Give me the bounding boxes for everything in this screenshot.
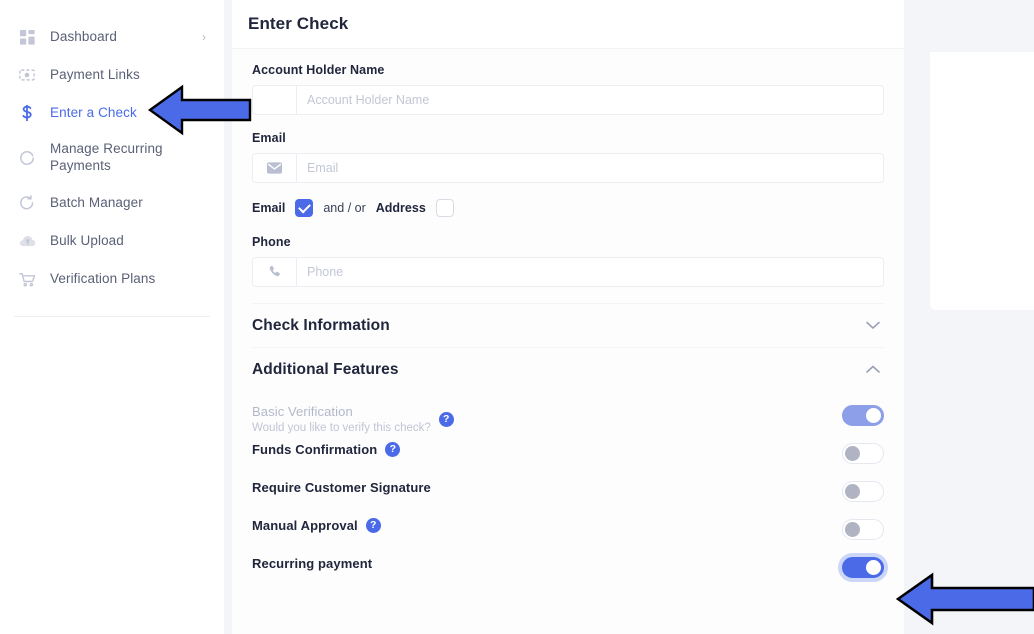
- contact-choice-conjunction: and / or: [323, 201, 366, 215]
- feature-row-require-customer-signature: Require Customer Signature: [252, 475, 884, 513]
- basic-verification-toggle[interactable]: [842, 405, 884, 426]
- envelope-icon: [253, 154, 297, 182]
- feature-row-funds-confirmation: Funds Confirmation ?: [252, 437, 884, 475]
- feature-label: Basic Verification: [252, 404, 353, 419]
- require-customer-signature-toggle[interactable]: [842, 481, 884, 502]
- sidebar-item-label: Bulk Upload: [50, 232, 124, 248]
- feature-row-manual-approval: Manual Approval ?: [252, 513, 884, 551]
- sidebar-item-label: Batch Manager: [50, 194, 143, 210]
- email-input[interactable]: [297, 154, 883, 182]
- banknote-icon: [14, 68, 40, 82]
- help-icon[interactable]: ?: [365, 518, 381, 533]
- phone-label: Phone: [252, 235, 291, 249]
- page-title: Enter Check: [248, 14, 349, 33]
- account-holder-name-label: Account Holder Name: [252, 63, 385, 77]
- email-field[interactable]: [252, 153, 884, 183]
- chevron-up-icon[interactable]: [866, 365, 884, 374]
- sidebar-divider: [14, 316, 210, 317]
- sidebar-item-verification-plans[interactable]: Verification Plans: [0, 260, 224, 298]
- grid-icon: [14, 29, 40, 45]
- chevron-down-icon[interactable]: [866, 321, 884, 330]
- circular-arrow-icon: [14, 150, 40, 166]
- section-title: Check Information: [252, 316, 390, 334]
- feature-label: Recurring payment: [252, 556, 373, 571]
- sidebar-item-label: Verification Plans: [50, 270, 156, 286]
- section-title: Additional Features: [252, 360, 399, 378]
- address-checkbox[interactable]: [435, 199, 454, 217]
- feature-label: Require Customer Signature: [252, 480, 431, 495]
- account-holder-name-input[interactable]: [297, 86, 883, 114]
- phone-icon: [253, 258, 297, 286]
- additional-features-list: Basic Verification Would you like to ver…: [252, 391, 884, 589]
- account-holder-name-field[interactable]: [252, 85, 884, 115]
- contact-choice-email-label: Email: [252, 201, 286, 215]
- main-card: Enter Check Account Holder Name Email: [232, 0, 904, 634]
- recurring-payment-toggle[interactable]: [842, 557, 884, 578]
- help-icon[interactable]: ?: [438, 411, 454, 427]
- sidebar-item-label: Manage Recurring Payments: [50, 141, 163, 173]
- right-panel: [930, 52, 1034, 310]
- feature-label: Manual Approval: [252, 518, 358, 533]
- user-icon: [253, 86, 297, 114]
- shopping-cart-icon: [14, 272, 40, 287]
- phone-input[interactable]: [297, 258, 883, 286]
- arrow-pointing-to-recurring-payment-toggle: [896, 572, 1034, 626]
- sidebar-item-dashboard[interactable]: Dashboard ›: [0, 18, 224, 56]
- sidebar-item-batch-manager[interactable]: Batch Manager: [0, 184, 224, 222]
- feature-label: Funds Confirmation: [252, 442, 378, 457]
- sidebar-item-label: Dashboard: [50, 28, 117, 44]
- chevron-right-icon[interactable]: ›: [202, 31, 206, 43]
- feature-row-recurring-payment: Recurring payment: [252, 551, 884, 589]
- dollar-sign-icon: [14, 105, 40, 121]
- sidebar-item-bulk-upload[interactable]: Bulk Upload: [0, 222, 224, 260]
- email-checkbox[interactable]: [295, 199, 314, 217]
- sidebar-item-label: Payment Links: [50, 66, 140, 82]
- sidebar-item-manage-recurring-payments[interactable]: Manage Recurring Payments: [0, 132, 224, 184]
- card-header: Enter Check: [232, 0, 904, 48]
- feature-row-basic-verification: Basic Verification Would you like to ver…: [252, 399, 884, 437]
- contact-choice-row: Email and / or Address: [252, 199, 884, 217]
- funds-confirmation-toggle[interactable]: [842, 443, 884, 464]
- help-icon[interactable]: ?: [385, 442, 401, 457]
- check-form: Account Holder Name Email Email: [232, 48, 904, 634]
- phone-field[interactable]: [252, 257, 884, 287]
- section-check-information[interactable]: Check Information: [252, 303, 884, 347]
- manual-approval-toggle[interactable]: [842, 519, 884, 540]
- refresh-icon: [14, 195, 40, 211]
- section-additional-features[interactable]: Additional Features: [252, 347, 884, 391]
- email-label: Email: [252, 131, 286, 145]
- sidebar-item-label: Enter a Check: [50, 104, 137, 120]
- feature-sublabel: Would you like to verify this check?: [252, 422, 431, 434]
- contact-choice-address-label: Address: [375, 201, 426, 215]
- cloud-upload-icon: [14, 234, 40, 248]
- arrow-pointing-to-enter-a-check: [148, 84, 252, 136]
